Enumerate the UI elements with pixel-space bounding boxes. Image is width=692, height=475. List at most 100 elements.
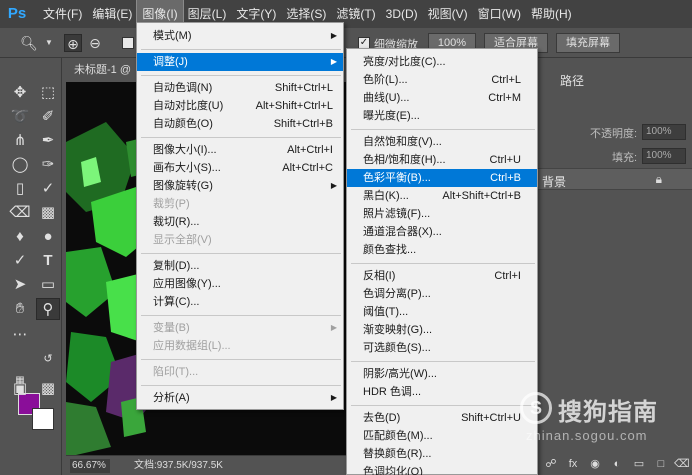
zoom-out-icon[interactable]: ⊖: [86, 34, 104, 52]
menu-item-label: 曲线(U)...: [363, 92, 410, 104]
image-menu-item[interactable]: 画布大小(S)... Alt+Ctrl+C: [137, 159, 343, 177]
image-menu-item[interactable]: 裁切(R)...: [137, 213, 343, 231]
opacity-field[interactable]: 100%: [642, 124, 686, 140]
more-tools-icon[interactable]: ⋯: [8, 324, 32, 346]
adjust-menu-item[interactable]: 去色(D) Shift+Ctrl+U: [347, 409, 537, 427]
zoom-level-field[interactable]: 66.67%: [70, 459, 110, 473]
image-menu-item[interactable]: 图像大小(I)... Alt+Ctrl+I: [137, 141, 343, 159]
path-select-icon[interactable]: ➤: [8, 274, 32, 296]
blur-tool-icon[interactable]: ♦: [8, 226, 32, 248]
menu-item-label: 应用数据组(L)...: [153, 340, 231, 352]
image-menu-item[interactable]: 图像旋转(G) ▶: [137, 177, 343, 195]
layer-background[interactable]: 背景 🔒︎: [536, 168, 692, 190]
image-menu-item[interactable]: 应用图像(Y)...: [137, 275, 343, 293]
lasso-tool-icon[interactable]: ➰: [8, 106, 32, 128]
eraser-tool-icon[interactable]: ⌫: [8, 202, 32, 224]
image-menu-item[interactable]: 自动对比度(U) Alt+Shift+Ctrl+L: [137, 97, 343, 115]
chevron-down-icon[interactable]: ▼: [40, 34, 58, 52]
rectangle-tool-icon[interactable]: ▭: [36, 274, 60, 296]
adjust-menu-item[interactable]: 曝光度(E)...: [347, 107, 537, 125]
eyedropper-tool-icon[interactable]: ✒: [36, 130, 60, 152]
clone-stamp-icon[interactable]: ▯: [8, 178, 32, 200]
adjust-menu-item[interactable]: 曲线(U)... Ctrl+M: [347, 89, 537, 107]
image-menu-item[interactable]: 自动颜色(O) Shift+Ctrl+B: [137, 115, 343, 133]
adjust-menu-item[interactable]: 亮度/对比度(C)...: [347, 53, 537, 71]
background-color-swatch[interactable]: [32, 408, 54, 430]
adjust-menu-item[interactable]: HDR 色调...: [347, 383, 537, 401]
adjust-menu-item[interactable]: 渐变映射(G)...: [347, 321, 537, 339]
adjust-menu-item[interactable]: 黑白(K)... Alt+Shift+Ctrl+B: [347, 187, 537, 205]
image-menu-item[interactable]: 复制(D)...: [137, 257, 343, 275]
adjust-menu-item[interactable]: 阈值(T)...: [347, 303, 537, 321]
image-menu-item: 陷印(T)...: [137, 363, 343, 381]
screen-mode-icon[interactable]: ▩: [36, 378, 60, 400]
healing-brush-icon[interactable]: ◯: [8, 154, 32, 176]
sogou-logo-icon: S: [520, 392, 552, 424]
quick-mask-icon[interactable]: ▣: [8, 378, 32, 400]
adjust-menu-item[interactable]: 匹配颜色(M)...: [347, 427, 537, 445]
adjust-menu-item[interactable]: 替换颜色(R)...: [347, 445, 537, 463]
adjust-menu-item[interactable]: 阴影/高光(W)...: [347, 365, 537, 383]
adjust-menu-item[interactable]: 照片滤镜(F)...: [347, 205, 537, 223]
adjustments-submenu: 亮度/对比度(C)... 色阶(L)... Ctrl+L 曲线(U)... Ctrl+M…: [346, 48, 538, 475]
zoom-in-icon[interactable]: ⊕: [64, 34, 82, 52]
new-layer-icon[interactable]: □: [654, 457, 668, 471]
adjust-menu-item[interactable]: 色调分离(P)...: [347, 285, 537, 303]
menu-item-label: 通道混合器(X)...: [363, 226, 442, 238]
add-mask-icon[interactable]: ◉: [588, 457, 602, 471]
image-menu-item[interactable]: 模式(M) ▶: [137, 27, 343, 45]
menu-help[interactable]: 帮助(H): [526, 0, 577, 28]
image-menu-item[interactable]: 计算(C)...: [137, 293, 343, 311]
menu-view[interactable]: 视图(V): [423, 0, 473, 28]
gradient-tool-icon[interactable]: ▩: [36, 202, 60, 224]
menu-item-label: 自然饱和度(V)...: [363, 136, 442, 148]
adjust-menu-item[interactable]: 可选颜色(S)...: [347, 339, 537, 357]
crop-tool-icon[interactable]: ⋔: [8, 130, 32, 152]
marquee-tool-icon[interactable]: ⬚: [36, 82, 60, 104]
opacity-label: 不透明度:: [590, 128, 638, 140]
adjust-menu-item[interactable]: 色调均化(Q): [347, 463, 537, 475]
image-menu-item[interactable]: 自动色调(N) Shift+Ctrl+L: [137, 79, 343, 97]
adjust-menu-item[interactable]: 色阶(L)... Ctrl+L: [347, 71, 537, 89]
menu-item-label: 变量(B): [153, 322, 190, 334]
resize-windows-checkbox[interactable]: [122, 37, 134, 49]
zoom-tool-selected-icon[interactable]: ⚲: [36, 298, 60, 320]
menu-item-label: 色相/饱和度(H)...: [363, 154, 446, 166]
move-tool-icon[interactable]: ✥: [8, 82, 32, 104]
hand-tool-icon[interactable]: ✋︎: [8, 298, 32, 320]
fill-screen-button[interactable]: 填充屏幕: [556, 33, 620, 53]
image-menu-item[interactable]: 调整(J) ▶: [137, 53, 343, 71]
history-brush-icon[interactable]: ✓: [36, 178, 60, 200]
dodge-tool-icon[interactable]: ●: [36, 226, 60, 248]
adjust-menu-item[interactable]: 色相/饱和度(H)... Ctrl+U: [347, 151, 537, 169]
trash-icon[interactable]: ⌫: [674, 457, 690, 471]
swap-colors-icon[interactable]: ↺: [36, 348, 60, 370]
adjust-menu-item[interactable]: 通道混合器(X)...: [347, 223, 537, 241]
adjust-menu-item[interactable]: 颜色查找...: [347, 241, 537, 259]
adjust-menu-item[interactable]: 反相(I) Ctrl+I: [347, 267, 537, 285]
adjust-menu-item[interactable]: 自然饱和度(V)...: [347, 133, 537, 151]
menu-window[interactable]: 窗口(W): [473, 0, 526, 28]
menu-3d[interactable]: 3D(D): [381, 0, 423, 28]
pen-tool-icon[interactable]: ✓: [8, 250, 32, 272]
submenu-arrow-icon: ▶: [330, 393, 337, 402]
zoom-tool-icon[interactable]: 🔍︎: [20, 34, 38, 52]
quick-select-tool-icon[interactable]: ✐: [36, 106, 60, 128]
tab-paths[interactable]: 路径: [560, 70, 584, 92]
fill-row: 填充: 100%: [540, 146, 690, 166]
image-menu-item[interactable]: 分析(A) ▶: [137, 389, 343, 407]
document-tab[interactable]: 未标题-1 @: [66, 58, 136, 82]
menu-item-label: 显示全部(V): [153, 234, 212, 246]
menu-file[interactable]: 文件(F): [38, 0, 87, 28]
fill-field[interactable]: 100%: [642, 148, 686, 164]
group-folder-icon[interactable]: ▭: [632, 457, 646, 471]
menu-edit[interactable]: 编辑(E): [87, 0, 137, 28]
adjust-menu-item[interactable]: 色彩平衡(B)... Ctrl+B: [347, 169, 537, 187]
adjustment-layer-icon[interactable]: ◐: [610, 457, 624, 471]
link-layers-icon[interactable]: ☍: [544, 457, 558, 471]
menu-item-label: 渐变映射(G)...: [363, 324, 433, 336]
fx-icon[interactable]: fx: [566, 457, 580, 471]
brush-tool-icon[interactable]: ✑: [36, 154, 60, 176]
menu-separator: [141, 253, 341, 254]
type-tool-icon[interactable]: T: [36, 250, 60, 272]
